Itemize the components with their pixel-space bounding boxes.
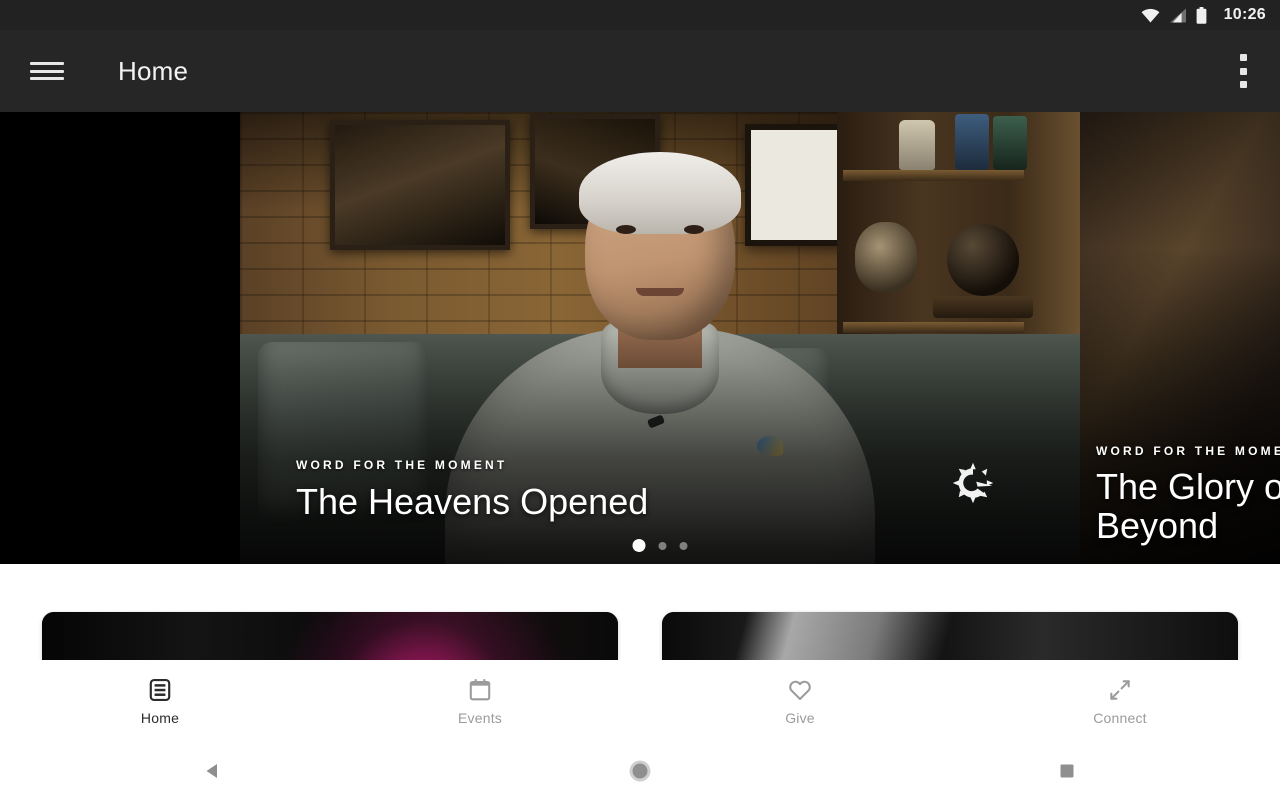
battery-icon — [1196, 6, 1206, 24]
app-bar: Home — [0, 30, 1280, 112]
home-circle-icon — [629, 760, 651, 782]
hero-kicker: WORD FOR THE MOMENT — [296, 457, 508, 472]
nav-label-events: Events — [458, 709, 502, 726]
calendar-icon — [469, 678, 491, 700]
shirt-logo-icon — [757, 436, 783, 456]
system-recents-button[interactable] — [853, 762, 1280, 780]
wifi-icon — [1141, 8, 1159, 22]
status-bar-icons: 10:26 — [1141, 6, 1266, 24]
overflow-dot — [1240, 54, 1247, 61]
hero-caption: WORD FOR THE MOMENT The Heavens Opened — [296, 458, 648, 522]
hero-title: The Heavens Opened — [296, 480, 649, 522]
overflow-dot — [1240, 67, 1247, 75]
heart-icon — [789, 680, 811, 700]
hamburger-bar — [30, 77, 64, 80]
sunburst-logo — [952, 462, 994, 504]
hero-carousel[interactable]: WORD FOR THE MOMENT The Heavens Opened W… — [0, 112, 1280, 564]
status-bar-clock: 10:26 — [1223, 6, 1266, 23]
recents-square-icon — [1060, 764, 1074, 778]
system-home-button[interactable] — [427, 759, 854, 783]
speaker-eye — [684, 225, 704, 234]
shelf-tin — [955, 114, 989, 170]
next-slide-kicker: WORD FOR THE MOMENT — [1096, 443, 1280, 458]
overflow-dot — [1240, 81, 1247, 88]
next-slide-caption: WORD FOR THE MOMENT The Glory o Beyond — [1096, 444, 1280, 546]
shelf-board — [843, 170, 1024, 181]
hamburger-bar — [30, 69, 64, 73]
nav-item-home[interactable]: Home — [0, 677, 320, 726]
arrows-icon — [1110, 679, 1130, 700]
speaker-eye — [616, 225, 636, 234]
shelf-books — [933, 296, 1033, 318]
nav-item-connect[interactable]: Connect — [960, 677, 1280, 726]
status-bar: 10:26 — [0, 0, 1280, 30]
next-slide-title: The Glory o Beyond — [1096, 465, 1280, 547]
shelf-tin — [993, 116, 1027, 170]
hamburger-menu-icon[interactable] — [30, 58, 64, 84]
page-title: Home — [118, 56, 189, 86]
system-back-button[interactable] — [0, 761, 427, 781]
carousel-pagination[interactable] — [632, 539, 688, 552]
hamburger-bar — [30, 62, 64, 65]
article-icon — [149, 678, 171, 701]
carousel-slide-previous[interactable] — [0, 112, 240, 564]
system-navigation-bar — [0, 742, 1280, 800]
nav-label-give: Give — [785, 709, 815, 726]
carousel-slide-active[interactable]: WORD FOR THE MOMENT The Heavens Opened — [240, 112, 1080, 564]
shelf-globe — [947, 224, 1019, 296]
bottom-navigation-bar: Home Events Give Connect — [0, 660, 1280, 742]
more-vert-icon[interactable] — [1240, 54, 1248, 88]
nav-item-give[interactable]: Give — [640, 677, 960, 726]
nav-label-home: Home — [140, 709, 180, 726]
carousel-dot[interactable] — [658, 541, 667, 550]
carousel-slide-next[interactable]: WORD FOR THE MOMENT The Glory o Beyond — [1080, 112, 1280, 564]
speaker-mouth — [636, 288, 684, 296]
cellular-signal-icon — [1169, 8, 1186, 22]
nav-item-events[interactable]: Events — [320, 677, 640, 726]
back-triangle-icon — [206, 764, 218, 778]
nav-label-connect: Connect — [1093, 709, 1147, 726]
carousel-dot-active[interactable] — [632, 539, 646, 552]
carousel-dot[interactable] — [679, 541, 688, 550]
shelf-vase — [899, 120, 935, 170]
speaker-hair — [579, 152, 741, 234]
